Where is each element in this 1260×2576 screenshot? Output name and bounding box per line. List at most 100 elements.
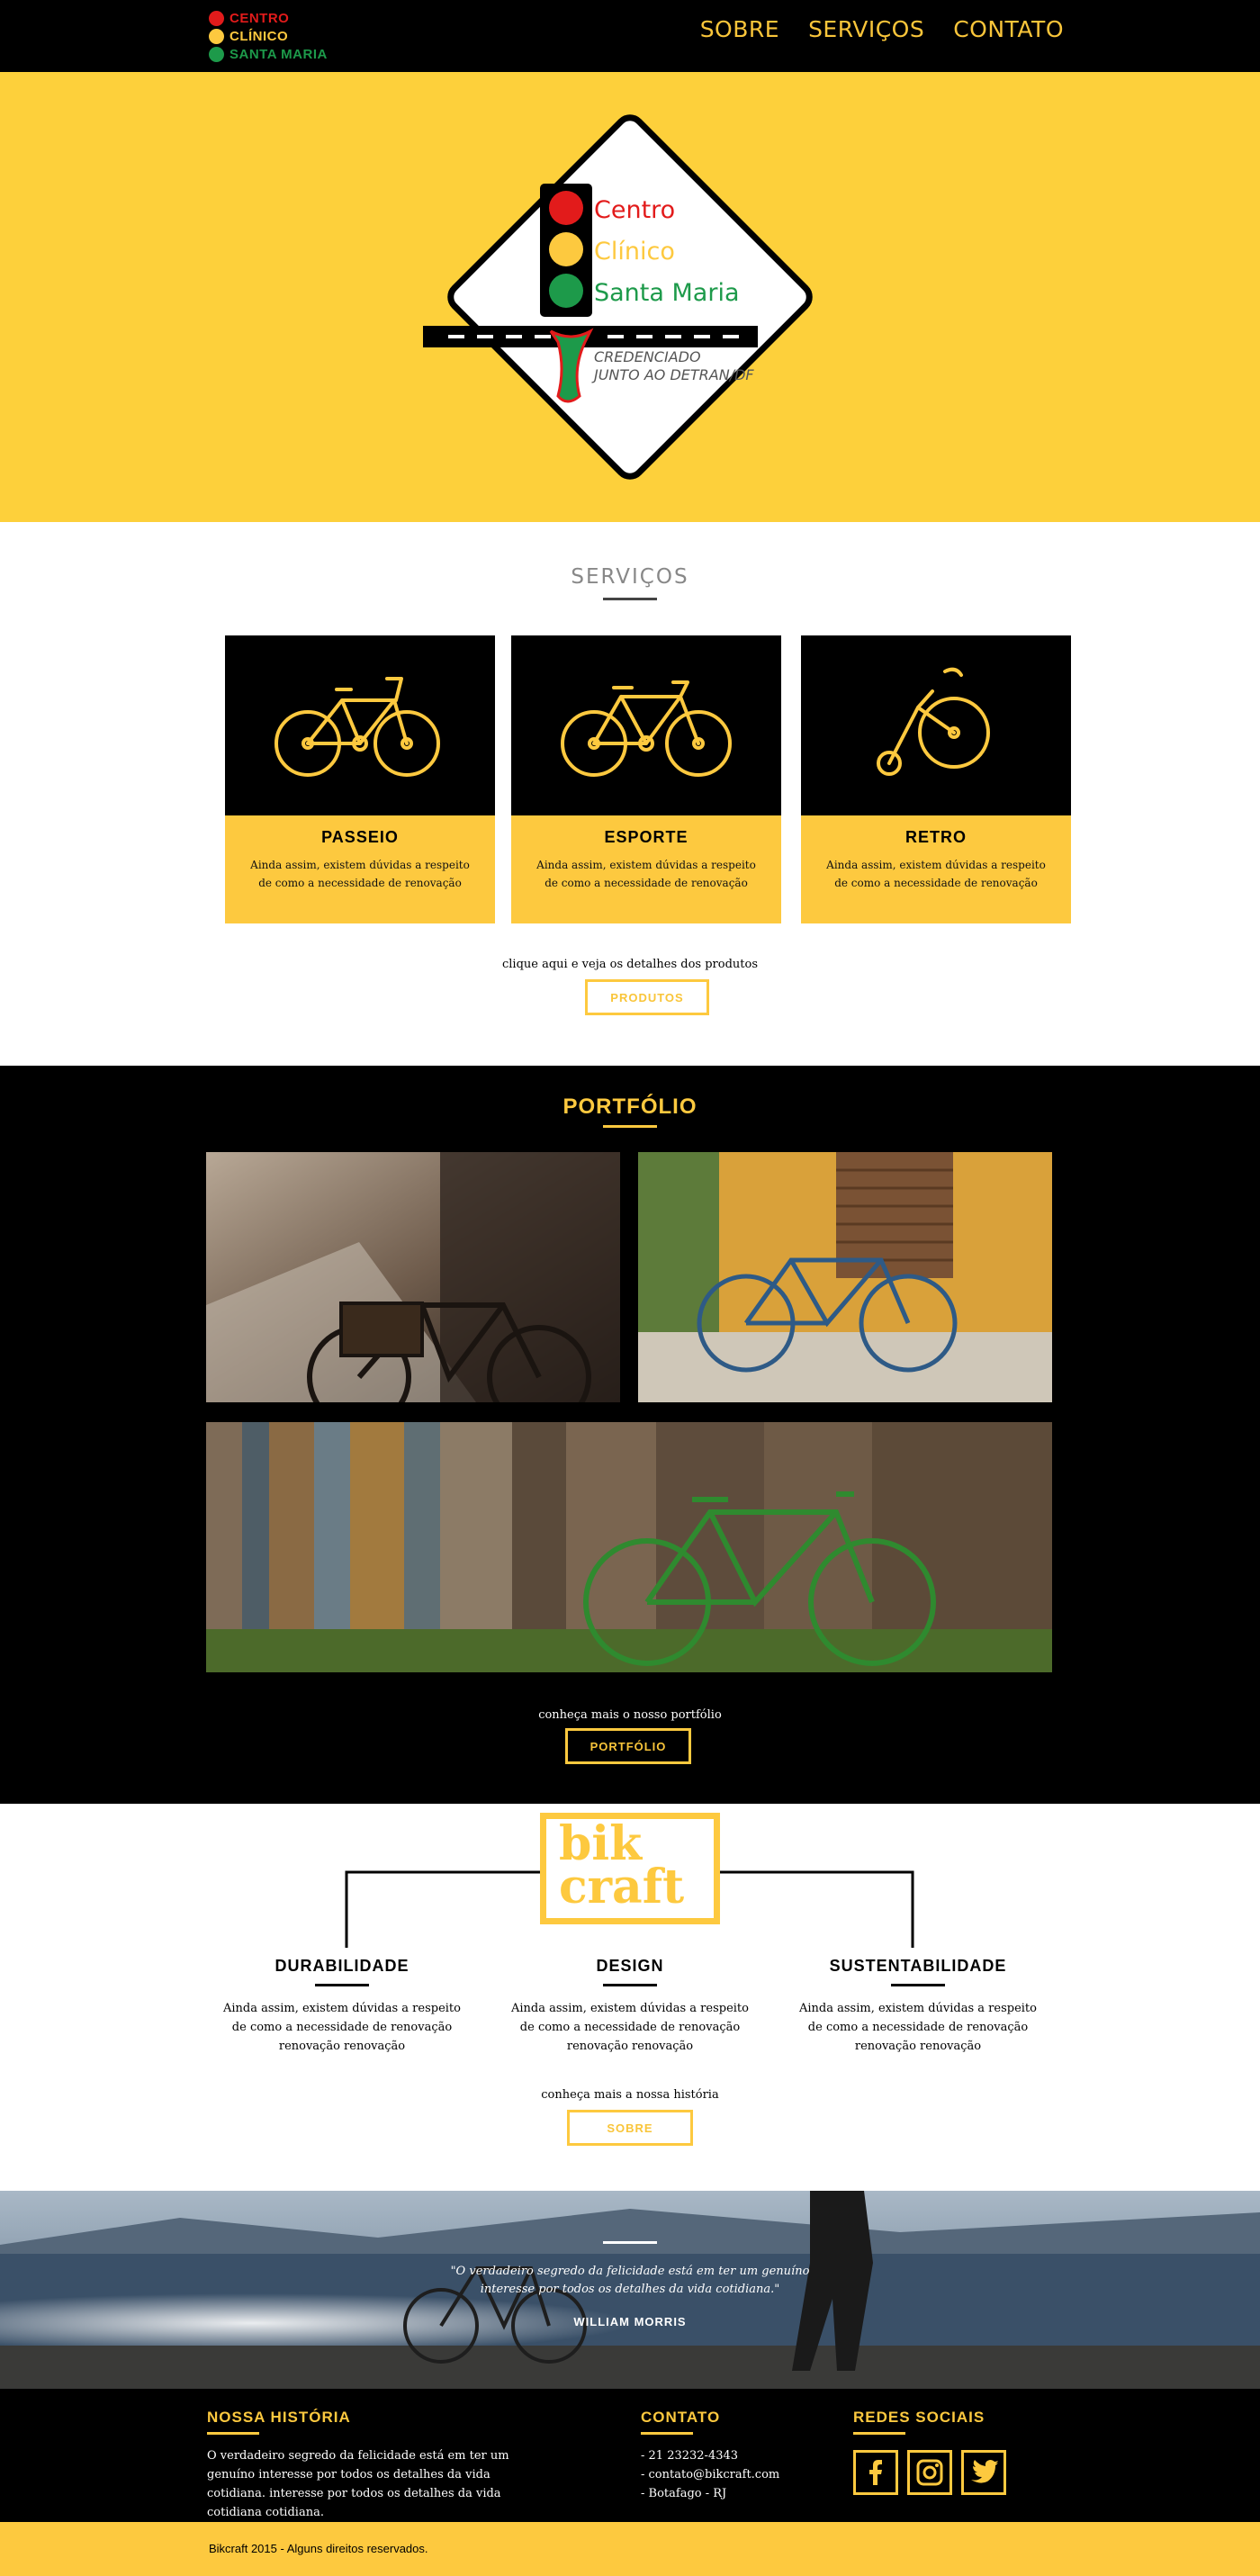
green-light-icon [209, 46, 224, 62]
twitter-icon[interactable] [961, 2450, 1006, 2495]
sobre-button[interactable]: SOBRE [567, 2110, 693, 2146]
page: CENTRO CLÍNICO SANTA MARIA SOBRE SERVIÇO… [0, 0, 1260, 2576]
hero-logo-line-2: Clínico [594, 238, 675, 266]
about-cta-text: conheça mais a nossa história [541, 2088, 719, 2102]
red-light-icon [209, 10, 224, 26]
nav-sobre[interactable]: SOBRE [700, 16, 779, 42]
service-card-retro[interactable]: RETRO Ainda assim, existem dúvidas a res… [801, 635, 1071, 923]
feature-sustentabilidade: SUSTENTABILIDADE Ainda assim, existem dú… [792, 1957, 1044, 2056]
bikcraft-logo: bik craft [540, 1813, 720, 1924]
portfolio-button[interactable]: PORTFÓLIO [565, 1728, 691, 1764]
feature-text: Ainda assim, existem dúvidas a respeito … [223, 2002, 461, 2053]
brand-line-1: CENTRO [230, 10, 290, 26]
traffic-red [549, 191, 583, 225]
feature-text: Ainda assim, existem dúvidas a respeito … [799, 2002, 1037, 2053]
instagram-glyph [916, 2459, 943, 2486]
footer-contact-email[interactable]: - contato@bikcraft.com [641, 2465, 821, 2484]
yellow-light-icon [209, 28, 224, 44]
brand-line-2: CLÍNICO [230, 28, 289, 44]
service-card-title: RETRO [905, 828, 967, 846]
footer-history-underline [207, 2432, 259, 2435]
city-bike-icon [274, 677, 440, 777]
service-card-image [511, 635, 781, 815]
copyright-text: Bikcraft 2015 - Alguns direitos reservad… [209, 2542, 428, 2555]
road-bike-icon [561, 680, 732, 777]
facebook-icon[interactable] [853, 2450, 898, 2495]
portfolio-section: PORTFÓLIO conheça mais o nosso portfólio… [0, 1066, 1260, 1804]
facebook-glyph [869, 2460, 882, 2485]
hero-logo-line-3: Santa Maria [594, 279, 740, 307]
copyright-bar: Bikcraft 2015 - Alguns direitos reservad… [0, 2522, 1260, 2576]
produtos-button[interactable]: PRODUTOS [585, 979, 709, 1015]
footer-contact-address: - Botafago - RJ [641, 2487, 727, 2500]
portfolio-photo-street[interactable] [206, 1152, 620, 1402]
feature-underline-2 [603, 1984, 657, 1986]
feature-text: Ainda assim, existem dúvidas a respeito … [511, 2002, 749, 2053]
service-card-body: RETRO Ainda assim, existem dúvidas a res… [801, 815, 1071, 923]
brand-line-3: SANTA MARIA [230, 46, 328, 62]
feature-design: DESIGN Ainda assim, existem dúvidas a re… [504, 1957, 756, 2056]
feature-title: DESIGN [596, 1957, 664, 1975]
quote-text: "O verdadeiro segredo da felicidade está… [450, 2265, 810, 2296]
feature-underline-3 [891, 1984, 945, 1986]
yellow-wall-bike-image [638, 1152, 1052, 1402]
services-cta-text: clique aqui e veja os detalhes dos produ… [501, 958, 758, 971]
services-title: SERVIÇOS [571, 565, 689, 589]
twitter-glyph [971, 2460, 998, 2483]
feature-title: SUSTENTABILIDADE [829, 1957, 1007, 1975]
traffic-green [549, 274, 583, 308]
service-card-title: PASSEIO [321, 828, 399, 846]
service-card-passeio[interactable]: PASSEIO Ainda assim, existem dúvidas a r… [225, 635, 495, 923]
footer-history-title: NOSSA HISTÓRIA [207, 2409, 351, 2426]
footer-contact-underline [641, 2432, 693, 2435]
footer: NOSSA HISTÓRIA O verdadeiro segredo da f… [0, 2389, 1260, 2522]
footer-history-text: O verdadeiro segredo da felicidade está … [207, 2449, 509, 2519]
footer-contact-title: CONTATO [641, 2409, 721, 2426]
quote-banner: "O verdadeiro segredo da felicidade está… [0, 2191, 1260, 2389]
portfolio-title-underline [603, 1125, 657, 1128]
hero-logo-line-1: Centro [594, 196, 675, 224]
hero-banner: Centro Clínico Santa Maria CREDENCIADO J… [0, 72, 1260, 522]
hero-sign-logo: Centro Clínico Santa Maria CREDENCIADO J… [423, 114, 813, 480]
nav-contato[interactable]: CONTATO [953, 16, 1064, 42]
service-card-body: PASSEIO Ainda assim, existem dúvidas a r… [225, 815, 495, 923]
footer-social-title: REDES SOCIAIS [853, 2409, 986, 2426]
hero-logo-sub-2: JUNTO AO DETRAN/DF [591, 366, 754, 383]
wood-wall-bike-image [206, 1422, 1052, 1672]
street-bike-image [206, 1152, 620, 1402]
bikcraft-logo-line-2: craft [559, 1860, 685, 1914]
quote-author: WILLIAM MORRIS [573, 2315, 687, 2328]
service-card-image [225, 635, 495, 815]
service-card-title: ESPORTE [604, 828, 688, 846]
brand-logo[interactable]: CENTRO CLÍNICO SANTA MARIA [209, 9, 353, 63]
nav-servicos[interactable]: SERVIÇOS [808, 16, 924, 42]
service-card-body: ESPORTE Ainda assim, existem dúvidas a r… [511, 815, 781, 923]
service-card-text: Ainda assim, existem dúvidas a respeito … [250, 859, 470, 889]
service-card-image [801, 635, 1071, 815]
footer-contact-list: - 21 23232-4343 - contato@bikcraft.com -… [641, 2446, 821, 2503]
service-card-text: Ainda assim, existem dúvidas a respeito … [826, 859, 1046, 889]
quote-top-line [603, 2241, 657, 2244]
portfolio-photo-yellow-wall[interactable] [638, 1152, 1052, 1402]
services-section: SERVIÇOS PASSEIO Ainda assim, existem dú… [0, 522, 1260, 1066]
portfolio-cta-text: conheça mais o nosso portfólio [538, 1708, 722, 1722]
feature-underline-1 [315, 1984, 369, 1986]
feature-title: DURABILIDADE [274, 1957, 410, 1975]
top-navbar: CENTRO CLÍNICO SANTA MARIA SOBRE SERVIÇO… [0, 0, 1260, 72]
brand-row-3: SANTA MARIA [209, 45, 353, 63]
service-card-esporte[interactable]: ESPORTE Ainda assim, existem dúvidas a r… [511, 635, 781, 923]
portfolio-title: PORTFÓLIO [562, 1094, 698, 1119]
main-nav: SOBRE SERVIÇOS CONTATO [700, 16, 1064, 42]
footer-contact-phone: - 21 23232-4343 [641, 2449, 739, 2463]
about-section: bik craft DURABILIDADE Ainda assim, exis… [0, 1804, 1260, 2191]
traffic-yellow [549, 232, 583, 266]
service-card-text: Ainda assim, existem dúvidas a respeito … [536, 859, 756, 889]
penny-farthing-icon [877, 667, 990, 776]
hero-logo-sub-1: CREDENCIADO [594, 348, 701, 365]
instagram-icon[interactable] [907, 2450, 952, 2495]
services-title-underline [603, 598, 657, 600]
brand-row-1: CENTRO [209, 9, 353, 27]
footer-social-underline [853, 2432, 905, 2435]
portfolio-photo-wood-wall[interactable] [206, 1422, 1052, 1672]
brand-row-2: CLÍNICO [209, 27, 353, 45]
